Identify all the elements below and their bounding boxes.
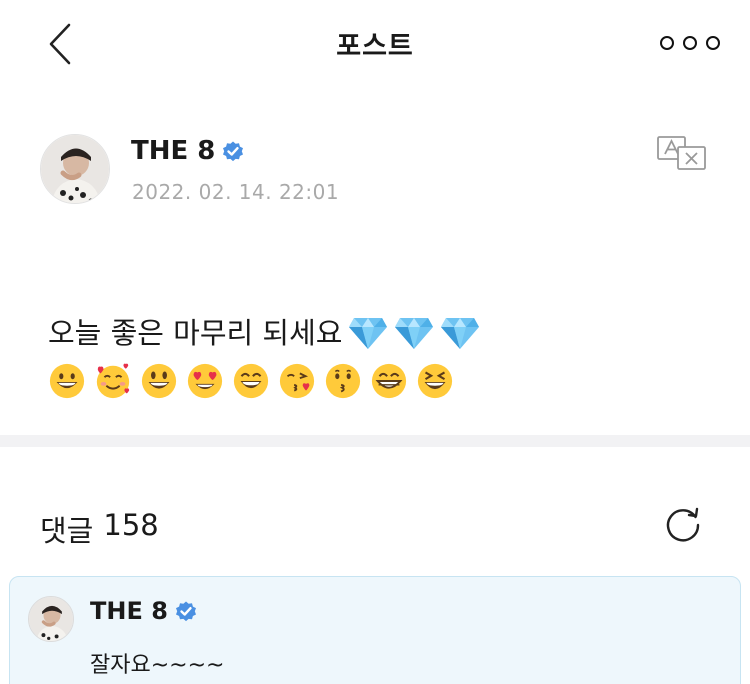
- comment-item[interactable]: THE 8 잘자요~~~~: [9, 576, 741, 684]
- top-bar: 포스트: [0, 0, 750, 88]
- laughing-squinting-emoji-icon: [417, 363, 453, 399]
- more-dot-icon: [706, 36, 720, 50]
- emoji-row: [48, 362, 708, 400]
- refresh-button[interactable]: [662, 504, 704, 546]
- post-text: 오늘 좋은 마무리 되세요: [48, 316, 343, 350]
- more-options-button[interactable]: [660, 28, 720, 58]
- comments-count: 158: [103, 508, 159, 542]
- author-avatar[interactable]: [40, 134, 110, 204]
- post-author-row: THE 8 2022. 02. 14. 22:01: [40, 132, 720, 208]
- translate-icon: [657, 136, 706, 170]
- kissing-face-emoji-icon: [325, 363, 361, 399]
- comment-author-avatar[interactable]: [28, 596, 74, 642]
- gem-stone-emoji-icon: [349, 318, 388, 349]
- post-text-line: 오늘 좋은 마무리 되세요: [48, 310, 708, 356]
- verified-badge-icon: [221, 139, 245, 163]
- translate-button[interactable]: [656, 134, 710, 172]
- author-name[interactable]: THE 8: [131, 136, 245, 166]
- post-timestamp: 2022. 02. 14. 22:01: [132, 180, 340, 204]
- comment-author-text: THE 8: [90, 597, 168, 625]
- face-blowing-kiss-emoji-icon: [279, 363, 315, 399]
- verified-badge-icon: [174, 599, 198, 623]
- comment-text: 잘자요~~~~: [90, 653, 225, 678]
- more-dot-icon: [683, 36, 697, 50]
- comments-title: 댓글 158: [40, 508, 159, 550]
- comments-label: 댓글: [40, 514, 94, 548]
- smiling-face-with-hearts-emoji-icon: [96, 363, 130, 399]
- grinning-smiling-eyes-emoji-icon: [233, 363, 269, 399]
- gem-stone-emoji-icon: [395, 318, 434, 349]
- author-name-text: THE 8: [131, 136, 216, 166]
- section-divider: [0, 435, 750, 447]
- gem-stone-emoji-icon: [441, 318, 480, 349]
- comment-author-name[interactable]: THE 8: [90, 597, 198, 625]
- grinning-big-eyes-emoji-icon: [141, 363, 177, 399]
- beaming-face-emoji-icon: [371, 363, 407, 399]
- more-dot-icon: [660, 36, 674, 50]
- post-body: 오늘 좋은 마무리 되세요: [48, 310, 708, 400]
- heart-eyes-emoji-icon: [187, 363, 223, 399]
- grinning-face-emoji-icon: [49, 363, 85, 399]
- page-title: 포스트: [336, 31, 414, 62]
- comments-header: 댓글 158: [0, 448, 750, 568]
- refresh-icon: [666, 507, 700, 542]
